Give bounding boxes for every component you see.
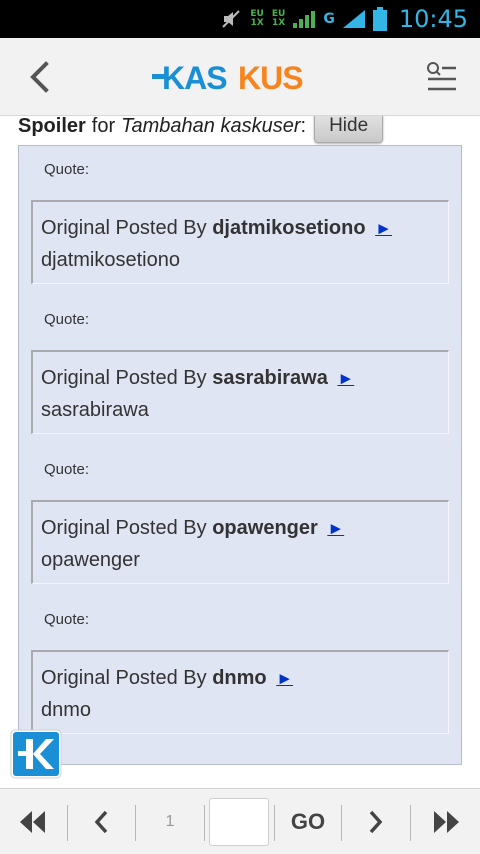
hide-spoiler-button[interactable]: Hide [314,116,384,143]
screen: EU 1X EU 1X G 10:45 KAS KUS Spoiler for … [0,0,480,854]
quote-body: sasrabirawa [41,399,149,421]
first-page-button[interactable] [0,789,66,854]
spoiler-title: Tambahan kaskuser [121,116,301,137]
quote-block: Quote: Original Posted By dnmo ► dnmo [31,608,449,734]
search-menu-icon[interactable] [424,60,458,94]
app-bar: KAS KUS [0,38,480,116]
network2-bottom-label: 1X [271,18,286,28]
last-page-button[interactable] [411,789,480,854]
clock: 10:45 [398,5,468,33]
current-page-indicator: 1 [136,789,204,854]
quote-prefix: Original Posted By [41,217,207,239]
go-button[interactable]: GO [275,789,341,854]
double-right-icon [433,811,459,833]
network-bottom-label: 1X [250,18,264,28]
quote-box: Original Posted By sasrabirawa ► sasrabi… [31,350,449,434]
quote-label: Quote: [44,611,90,628]
signal-bars-icon [293,11,316,28]
quote-label: Quote: [44,311,90,328]
svg-text:KAS: KAS [162,60,227,94]
quote-block: Quote: Original Posted By djatmikosetion… [31,158,449,284]
view-post-arrow-icon[interactable]: ► [375,219,392,238]
quote-label: Quote: [44,161,90,178]
quote-prefix: Original Posted By [41,367,207,389]
quote-username: opawenger [212,517,318,539]
status-bar: EU 1X EU 1X G 10:45 [0,0,480,38]
quote-prefix: Original Posted By [41,667,207,689]
next-page-button[interactable] [342,789,410,854]
signal-type-label: G [323,11,335,27]
cell-signal-icon [342,10,365,28]
quote-box: Original Posted By djatmikosetiono ► dja… [31,200,449,284]
spoiler-label: Spoiler [18,116,86,137]
quote-attribution: Original Posted By djatmikosetiono ► [41,214,440,242]
spoiler-for-text: for [91,116,116,137]
quote-attribution: Original Posted By sasrabirawa ► [41,364,440,392]
quote-username: dnmo [212,667,267,689]
quote-body: dnmo [41,699,92,721]
go-label: GO [290,809,326,834]
spoiler-header: Spoiler for Tambahan kaskuser : Hide [18,116,384,144]
post-content: Spoiler for Tambahan kaskuser : Hide Quo… [0,116,480,786]
quote-attribution: Original Posted By dnmo ► [41,664,440,692]
divider [204,805,205,841]
svg-text:KUS: KUS [238,60,303,94]
back-arrow-icon[interactable] [22,58,58,96]
quote-block: Quote: Original Posted By opawenger ► op… [31,458,449,584]
chevron-right-icon [369,810,383,834]
current-page-number: 1 [165,813,175,830]
double-left-icon [20,811,45,833]
pagination-bar: 1 GO [0,788,480,854]
view-post-arrow-icon[interactable]: ► [327,519,344,538]
quote-username: djatmikosetiono [212,217,366,239]
quote-label: Quote: [44,461,90,478]
quote-box: Original Posted By opawenger ► opawenger [31,500,449,584]
spoiler-colon: : [300,116,307,137]
network-indicator: EU 1X [250,10,263,28]
quote-body: opawenger [41,549,140,571]
view-post-arrow-icon[interactable]: ► [337,369,354,388]
view-post-arrow-icon[interactable]: ► [276,669,293,688]
kaskus-logo[interactable]: KAS KUS [152,60,328,94]
page-number-input[interactable] [209,798,269,846]
battery-icon [372,7,387,31]
quote-box: Original Posted By dnmo ► dnmo [31,650,449,734]
quote-prefix: Original Posted By [41,517,207,539]
chevron-left-icon [94,810,108,834]
page-input-wrap [206,789,272,854]
quote-username: sasrabirawa [212,367,328,389]
quote-attribution: Original Posted By opawenger ► [41,514,440,542]
mute-icon [222,10,241,28]
prev-page-button[interactable] [68,789,134,854]
network-indicator-2: EU 1X [272,10,285,28]
kaskus-k-icon[interactable] [10,729,62,779]
status-icons: EU 1X EU 1X G 10:45 [220,0,468,38]
spoiler-box: Quote: Original Posted By djatmikosetion… [18,145,462,765]
quote-block: Quote: Original Posted By sasrabirawa ► … [31,308,449,434]
quote-body: djatmikosetiono [41,249,180,271]
